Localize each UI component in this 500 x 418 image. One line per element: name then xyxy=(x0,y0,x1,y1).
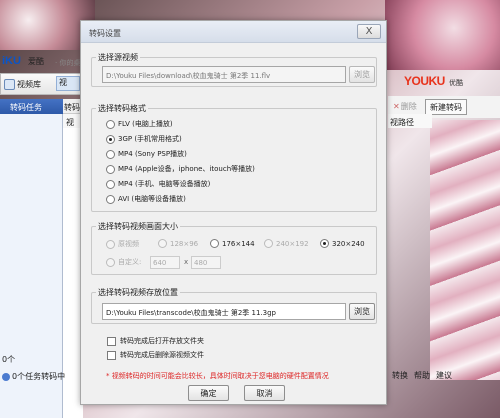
delete-source-checkbox[interactable] xyxy=(107,350,116,360)
format-label: 选择转码格式 xyxy=(96,103,148,114)
format-option-label: MP4 (Apple设备，iphone、itouch等播放) xyxy=(118,165,255,173)
custom-height-field[interactable]: 480 xyxy=(191,256,221,269)
app-name: 爱酷 xyxy=(28,57,44,66)
format-option-mp4-apple[interactable]: MP4 (Apple设备，iphone、itouch等播放) xyxy=(106,164,255,174)
source-path-field[interactable]: D:\Youku Files\download\校血鬼骑士 第2季 11.flv xyxy=(102,66,346,83)
format-option-3gp[interactable]: 3GP (手机常用格式) xyxy=(106,134,182,144)
format-radio-3gp[interactable] xyxy=(106,134,115,144)
times-sign: x xyxy=(184,258,189,266)
convert-link[interactable]: 转换 xyxy=(392,370,408,382)
open-folder-label: 转码完成后打开存放文件夹 xyxy=(120,337,204,345)
size-option-240x192[interactable]: 240×192 xyxy=(264,239,309,248)
status-links: 转换 帮助 建议 xyxy=(388,370,500,382)
feedback-link[interactable]: 建议 xyxy=(436,370,452,382)
status-task-count-text: 0个任务转码中 xyxy=(12,372,66,381)
size-radio-custom[interactable] xyxy=(106,257,115,267)
ok-button[interactable]: 确定 xyxy=(188,385,229,401)
transcode-settings-dialog: 转码设置 X 选择源视频 D:\Youku Files\download\校血鬼… xyxy=(80,20,387,405)
format-option-label: MP4 (Sony PSP播放) xyxy=(118,150,187,158)
format-option-mp4-psp[interactable]: MP4 (Sony PSP播放) xyxy=(106,149,187,159)
delete-button[interactable]: ✕ 删除 xyxy=(393,99,419,114)
size-option-original[interactable]: 原视频 xyxy=(106,239,139,249)
youku-logo: YOUKU xyxy=(404,74,445,88)
size-option-320x240[interactable]: 320×240 xyxy=(320,239,365,248)
size-label: 选择转码视频画面大小 xyxy=(96,221,180,232)
source-video-label: 选择源视频 xyxy=(96,52,140,63)
size-radio-128x96[interactable] xyxy=(158,239,167,248)
new-transcode-button[interactable]: 新建转码 xyxy=(425,99,467,115)
close-button[interactable]: X xyxy=(357,24,381,39)
output-location-group: 选择转码视频存放位置 D:\Youku Files\transcode\校血鬼骑… xyxy=(91,287,377,324)
size-radio-240x192[interactable] xyxy=(264,239,273,248)
tab-video-library[interactable]: 视频库 xyxy=(4,77,52,92)
format-option-avi[interactable]: AVI (电脑等设备播放) xyxy=(106,194,186,204)
help-link[interactable]: 帮助 xyxy=(414,370,430,382)
open-folder-option[interactable]: 转码完成后打开存放文件夹 xyxy=(107,336,204,346)
delete-source-option[interactable]: 转码完成后删除源视频文件 xyxy=(107,350,204,360)
column-header-video-path: 视路径 xyxy=(388,114,432,128)
list-tab-transcode[interactable]: 转码 xyxy=(63,99,80,114)
status-icon xyxy=(2,372,10,381)
size-radio-320x240[interactable] xyxy=(320,239,329,248)
output-location-label: 选择转码视频存放位置 xyxy=(96,287,180,298)
dialog-titlebar[interactable]: 转码设置 X xyxy=(81,21,386,43)
tab-video-library-label: 视频库 xyxy=(17,80,41,89)
size-option-label: 128×96 xyxy=(170,239,199,248)
delete-button-label: 删除 xyxy=(400,102,417,111)
size-radio-176x144[interactable] xyxy=(210,239,219,248)
format-option-label: FLV (电脑上播放) xyxy=(118,120,173,128)
delete-icon: ✕ xyxy=(393,102,400,111)
format-option-label: 3GP (手机常用格式) xyxy=(118,135,182,143)
format-option-mp4-mobile[interactable]: MP4 (手机、电脑等设备播放) xyxy=(106,179,210,189)
format-radio-avi[interactable] xyxy=(106,194,115,204)
format-group: 选择转码格式 FLV (电脑上播放) 3GP (手机常用格式) MP4 (Son… xyxy=(91,103,377,212)
close-icon: X xyxy=(365,26,373,37)
format-radio-flv[interactable] xyxy=(106,119,115,129)
dialog-title: 转码设置 xyxy=(89,29,121,38)
library-icon xyxy=(4,79,15,90)
size-option-label: 176×144 xyxy=(222,239,255,248)
column-header-video: 视 xyxy=(63,114,80,128)
size-option-176x144[interactable]: 176×144 xyxy=(210,239,255,248)
size-option-128x96[interactable]: 128×96 xyxy=(158,239,198,248)
delete-source-label: 转码完成后删除源视频文件 xyxy=(120,351,204,359)
format-radio-mp4-mobile[interactable] xyxy=(106,179,115,189)
status-task-count: 0个任务转码中 xyxy=(2,371,65,382)
size-radio-original[interactable] xyxy=(106,239,115,249)
size-option-label: 原视频 xyxy=(118,240,139,248)
size-option-label: 320×240 xyxy=(332,239,365,248)
format-option-label: AVI (电脑等设备播放) xyxy=(118,195,186,203)
sidebar-item-transcode-tasks[interactable]: 转码任务 xyxy=(0,99,63,114)
format-option-label: MP4 (手机、电脑等设备播放) xyxy=(118,180,211,188)
custom-width-field[interactable]: 640 xyxy=(150,256,180,269)
format-radio-mp4-apple[interactable] xyxy=(106,164,115,174)
format-option-flv[interactable]: FLV (电脑上播放) xyxy=(106,119,173,129)
youku-logo-subtitle: 优酷 xyxy=(449,79,463,87)
output-path-field[interactable]: D:\Youku Files\transcode\校血鬼骑士 第2季 11.3g… xyxy=(102,303,346,320)
output-browse-button[interactable]: 浏览 xyxy=(349,303,375,320)
cancel-button[interactable]: 取消 xyxy=(244,385,285,401)
size-option-custom[interactable]: 自定义: xyxy=(106,257,141,267)
status-task-count-secondary: 0个 xyxy=(2,355,16,364)
iku-logo: iKU xyxy=(2,55,21,67)
format-radio-mp4-psp[interactable] xyxy=(106,149,115,159)
size-option-label: 240×192 xyxy=(276,239,309,248)
size-group: 选择转码视频画面大小 原视频 128×96 176×144 240×192 32… xyxy=(91,221,377,275)
size-custom-label: 自定义: xyxy=(118,258,142,266)
tab-video[interactable]: 视 xyxy=(56,76,80,91)
open-folder-checkbox[interactable] xyxy=(107,336,116,346)
source-video-group: 选择源视频 D:\Youku Files\download\校血鬼骑士 第2季 … xyxy=(91,52,377,87)
source-browse-button[interactable]: 浏览 xyxy=(349,66,375,83)
transcode-time-note: * 视频转码的时间可能会比较长，具体时间取决于您电脑的硬件配置情况 xyxy=(106,372,329,380)
